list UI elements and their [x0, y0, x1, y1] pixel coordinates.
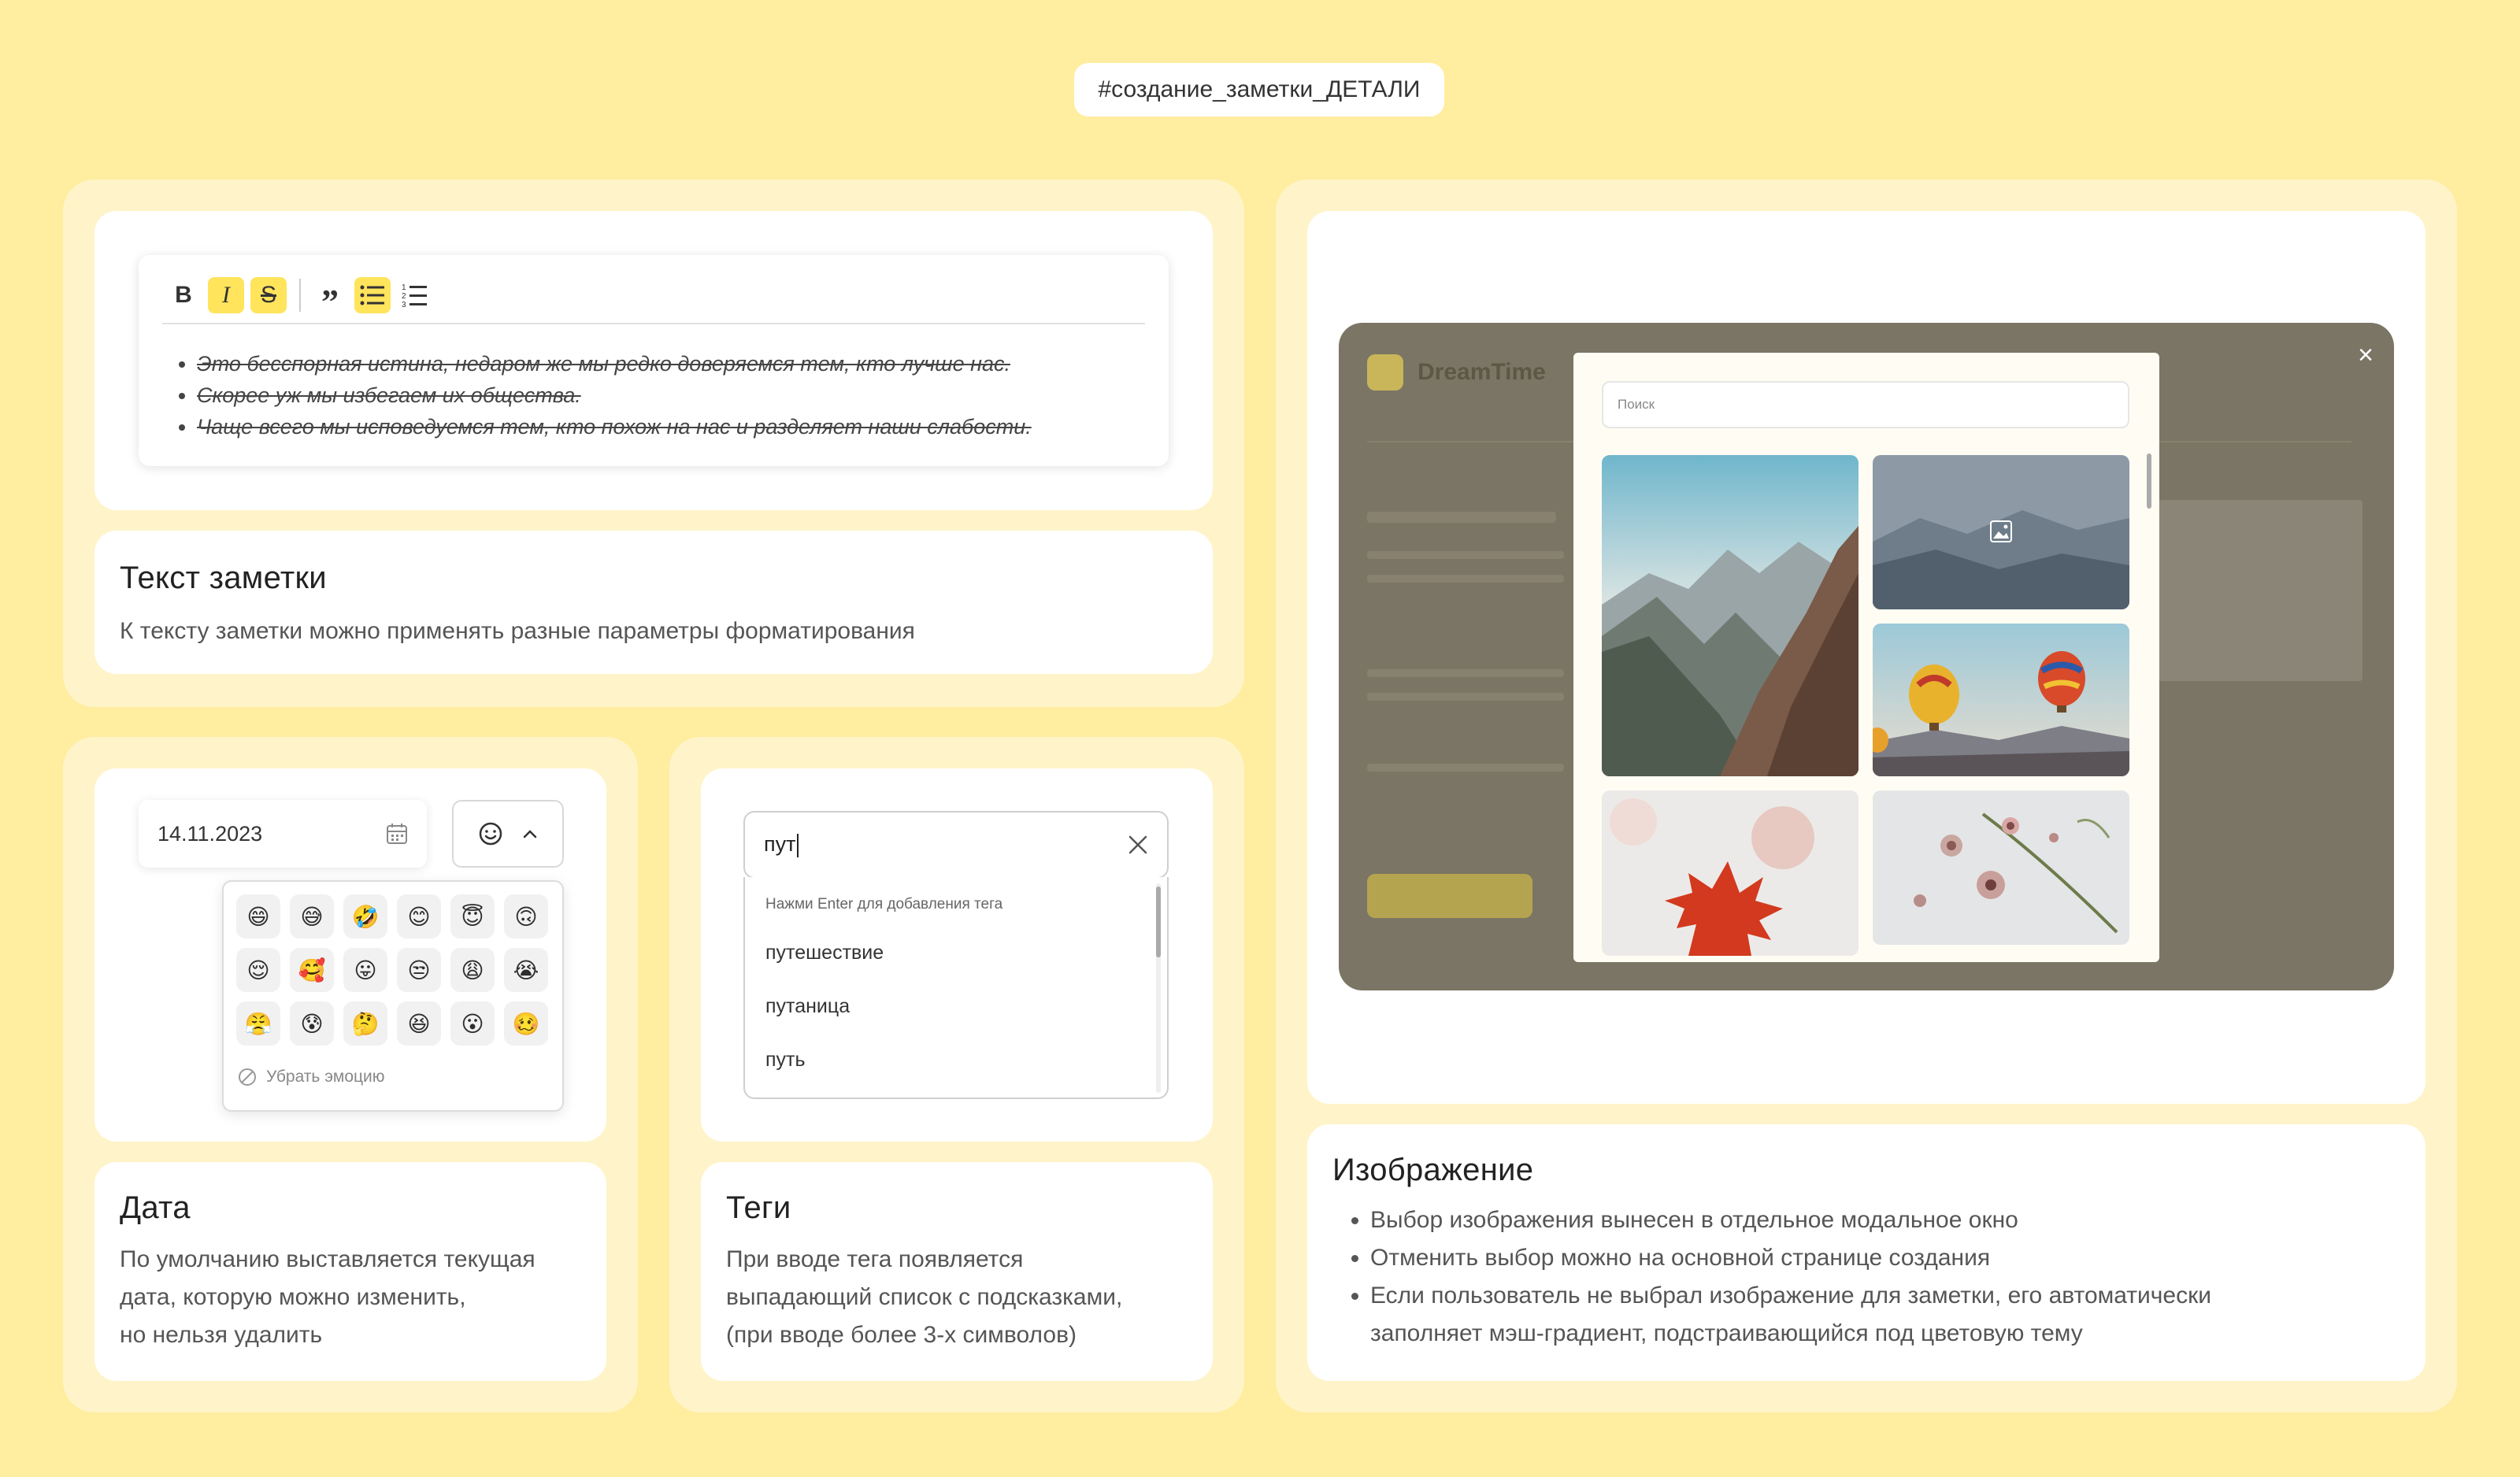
date-description-card: Дата По умолчанию выставляется текущая д…	[94, 1162, 606, 1381]
blurred-content	[1367, 693, 1564, 701]
italic-button[interactable]: I	[208, 277, 244, 313]
smile-icon	[479, 822, 502, 846]
tags-card-description: При вводе тега появляется выпадающий спи…	[726, 1241, 1122, 1354]
editor-bullet-item: Чаще всего мы исповедуемся тем, кто похо…	[197, 411, 1032, 442]
numbered-list-icon: 1 2 3	[402, 283, 427, 308]
no-symbol-icon	[239, 1068, 256, 1086]
bulleted-list-icon	[360, 285, 384, 305]
tag-suggestion[interactable]: путаница	[765, 995, 850, 1018]
formatting-toolbar: B I S ” 1 2 3	[165, 277, 439, 321]
emoji-option[interactable]: 🥰	[290, 948, 334, 992]
emoji-option[interactable]: 😤	[236, 1001, 280, 1046]
toolbar-separator-line	[162, 323, 1145, 324]
date-card-title: Дата	[120, 1190, 191, 1225]
emoji-option[interactable]: 😛	[343, 948, 387, 992]
tag-suggestion[interactable]: путь	[765, 1049, 806, 1072]
emoji-option[interactable]: 😆	[397, 1001, 441, 1046]
emotion-dropdown: 😄 😅 🤣 😊 😇 🙃 😌 🥰 😛 😒 😩 😭 😤 😰 🤔 😆 😮 🥴 Убра…	[222, 880, 564, 1112]
bulleted-list-button[interactable]	[354, 277, 391, 313]
blurred-content	[1367, 669, 1564, 677]
text-description-card: Текст заметки К тексту заметки можно при…	[94, 531, 1213, 674]
bold-button[interactable]: B	[165, 277, 202, 313]
emoji-option[interactable]: 🤔	[343, 1001, 387, 1046]
blurred-button	[1367, 874, 1532, 918]
close-icon[interactable]: ×	[2358, 340, 2374, 371]
quote-button[interactable]: ”	[312, 277, 348, 321]
emoji-option[interactable]: 😇	[450, 894, 495, 938]
toolbar-divider	[299, 279, 301, 312]
tags-description-line: (при вводе более 3-х символов)	[726, 1322, 1077, 1348]
svg-text:1: 1	[402, 283, 406, 292]
date-card-description: По умолчанию выставляется текущая дата, …	[120, 1241, 536, 1354]
image-bullet-item: Если пользователь не выбрал изображение …	[1370, 1277, 2315, 1353]
app-logo: DreamTime	[1367, 354, 1546, 391]
emoji-option[interactable]: 😌	[236, 948, 280, 992]
emoji-option[interactable]: 🙃	[504, 894, 548, 938]
emoji-option[interactable]: 😮	[450, 1001, 495, 1046]
app-name: DreamTime	[1418, 359, 1546, 385]
blurred-content	[1367, 575, 1564, 583]
editor-bullet-list: Это бесспорная истина, недаром же мы ред…	[197, 348, 1032, 442]
date-description-line: но нельзя удалить	[120, 1322, 323, 1348]
photo-misty-hills[interactable]	[1873, 455, 2129, 609]
emoji-option[interactable]: 😰	[290, 1001, 334, 1046]
scrollbar[interactable]	[2147, 453, 2151, 957]
emoji-option[interactable]: 🤣	[343, 894, 387, 938]
logo-icon	[1367, 354, 1403, 391]
svg-text:3: 3	[402, 301, 406, 308]
blurred-content	[1367, 512, 1556, 523]
remove-emotion-label: Убрать эмоцию	[266, 1068, 385, 1086]
tags-description-line: При вводе тега появляется	[726, 1246, 1024, 1272]
tags-card-title: Теги	[726, 1190, 791, 1225]
image-picker-modal: Поиск	[1573, 353, 2159, 962]
editor-bullet-item: Скорее уж мы избегаем их общества.	[197, 379, 1032, 411]
photo-mountains[interactable]	[1602, 455, 1858, 776]
tag-hint: Нажми Enter для добавления тега	[765, 896, 1003, 912]
text-card-description: К тексту заметки можно применять разные …	[120, 618, 915, 644]
editor-bullet-item: Это бесспорная истина, недаром же мы ред…	[197, 348, 1032, 379]
tag-suggestion[interactable]: путешествие	[765, 942, 884, 964]
photo-red-leaf[interactable]	[1602, 790, 1858, 956]
emotion-picker-button[interactable]	[452, 800, 564, 868]
tag-input[interactable]: пут	[743, 811, 1169, 879]
emoji-option[interactable]: 😊	[397, 894, 441, 938]
chevron-up-icon	[523, 830, 537, 838]
emoji-option[interactable]: 😒	[397, 948, 441, 992]
date-input[interactable]: 14.11.2023	[139, 800, 427, 868]
blurred-content	[2158, 500, 2362, 681]
scrollbar[interactable]	[1156, 883, 1161, 1093]
clear-icon[interactable]	[1128, 835, 1148, 855]
image-description-card: Изображение Выбор изображения вынесен в …	[1307, 1124, 2426, 1381]
photo-dried-flowers[interactable]	[1873, 790, 2129, 945]
tags-description-card: Теги При вводе тега появляется выпадающи…	[701, 1162, 1213, 1381]
date-value: 14.11.2023	[158, 821, 263, 846]
emoji-option[interactable]: 😄	[236, 894, 280, 938]
tag-suggestions-dropdown: Нажми Enter для добавления тега путешест…	[743, 877, 1169, 1099]
image-search-input[interactable]: Поиск	[1602, 381, 2129, 428]
date-description-line: дата, которую можно изменить,	[120, 1284, 466, 1310]
emoji-grid: 😄 😅 🤣 😊 😇 🙃 😌 🥰 😛 😒 😩 😭 😤 😰 🤔 😆 😮 🥴	[236, 894, 548, 1046]
image-bullet-item: Выбор изображения вынесен в отдельное мо…	[1370, 1201, 2315, 1239]
rich-text-editor[interactable]: B I S ” 1 2 3 Это бесспорная истина, нед…	[139, 255, 1169, 466]
numbered-list-button[interactable]: 1 2 3	[397, 277, 433, 313]
emoji-option[interactable]: 😅	[290, 894, 334, 938]
blurred-content	[1367, 551, 1564, 559]
tag-input-value: пут	[764, 832, 799, 857]
calendar-icon[interactable]	[386, 823, 408, 845]
page-hashtag-title: #создание_заметки_ДЕТАЛИ	[1074, 63, 1444, 117]
date-description-line: По умолчанию выставляется текущая	[120, 1246, 536, 1272]
remove-emotion-button[interactable]: Убрать эмоцию	[238, 1068, 385, 1086]
photo-hot-air-balloons[interactable]	[1873, 624, 2129, 776]
strikethrough-button[interactable]: S	[250, 277, 287, 313]
image-bullet-item: Отменить выбор можно на основной страниц…	[1370, 1239, 2315, 1277]
emoji-option[interactable]: 😭	[504, 948, 548, 992]
blurred-content	[1367, 764, 1564, 772]
image-card-bullets: Выбор изображения вынесен в отдельное мо…	[1370, 1201, 2315, 1353]
emoji-option[interactable]: 🥴	[504, 1001, 548, 1046]
emoji-option[interactable]: 😩	[450, 948, 495, 992]
image-card-title: Изображение	[1332, 1153, 1534, 1187]
tags-description-line: выпадающий список с подсказками,	[726, 1284, 1123, 1310]
text-card-title: Текст заметки	[120, 561, 327, 595]
svg-text:2: 2	[402, 292, 406, 301]
